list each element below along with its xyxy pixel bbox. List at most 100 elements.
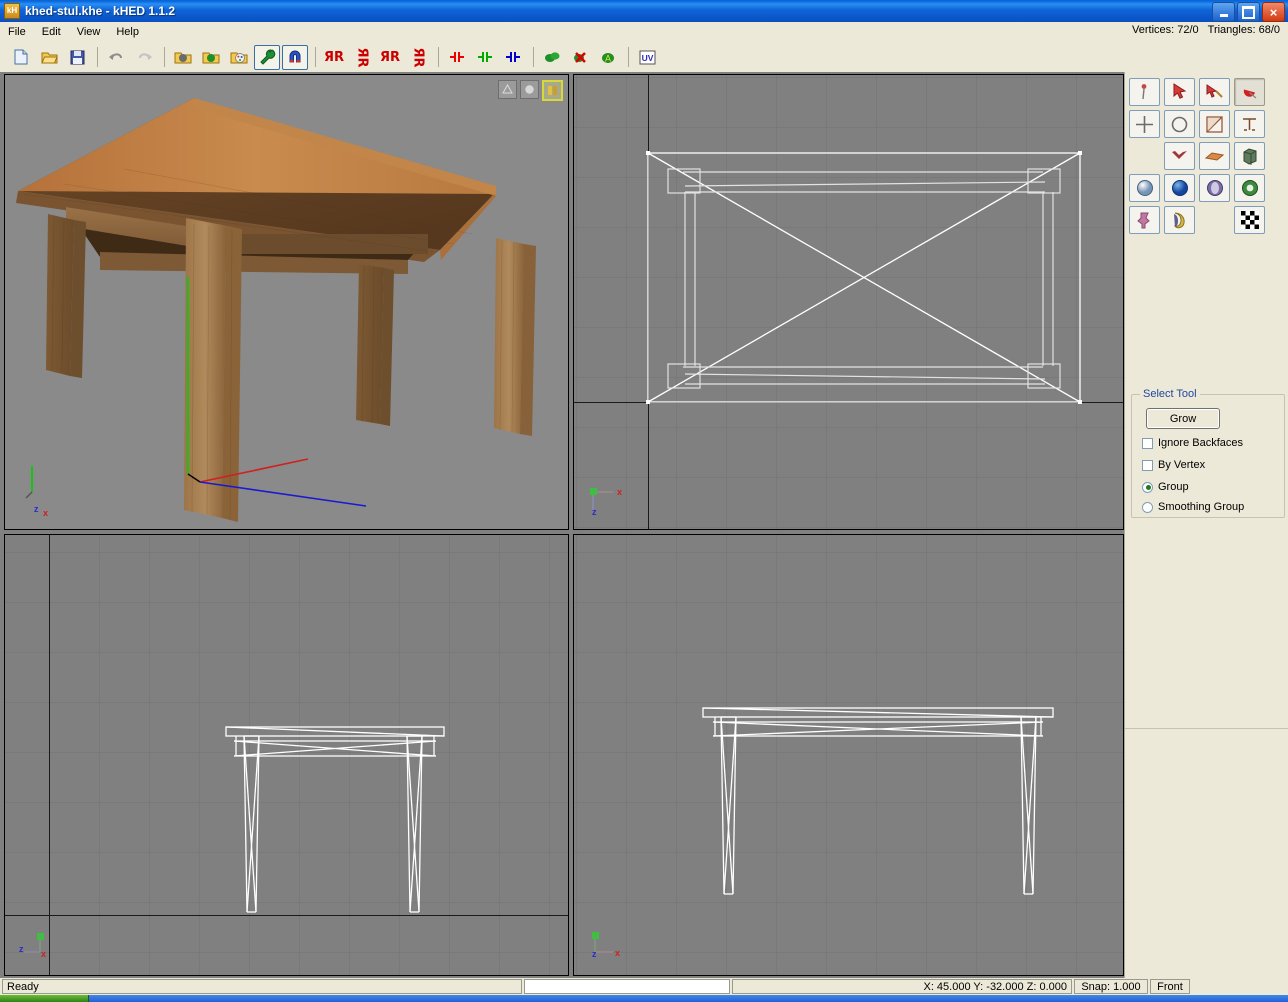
textured-mode-button[interactable] [542,80,563,101]
maximize-button[interactable] [1237,2,1260,22]
wireframe-mode-button[interactable] [498,80,517,99]
create-extrude-button[interactable] [1164,206,1195,234]
vertices-count: Vertices: 72/0 [1132,24,1199,36]
smoothing-group-radio-row[interactable]: Smoothing Group [1142,501,1244,513]
ignore-backfaces-checkbox[interactable] [1142,437,1153,449]
delete-material-button[interactable] [567,45,593,70]
select-region-tool-button[interactable] [1234,78,1265,106]
menu-item-help[interactable]: Help [108,24,147,40]
create-hemisphere-button[interactable] [1199,174,1230,202]
create-sphere-icon [1136,180,1153,196]
weld-left-button[interactable] [444,45,470,70]
grow-button[interactable]: Grow [1146,408,1220,429]
assign-material-button[interactable]: A [595,45,621,70]
status-bar: Ready X: 45.000 Y: -32.000 Z: 0.000 Snap… [0,978,1288,995]
svg-text:z: z [592,507,597,516]
create-lathe-button[interactable] [1129,206,1160,234]
pivot-tool-button[interactable] [1234,110,1265,138]
move-tool-button[interactable] [1129,110,1160,138]
window-title: khed-stul.khe - kHED 1.1.2 [25,4,176,18]
pivot-tool-icon [1243,118,1256,131]
minimize-button[interactable] [1212,2,1235,22]
group-radio[interactable] [1142,481,1153,493]
create-ball-button[interactable] [1164,174,1195,202]
smoothing-group-radio[interactable] [1142,501,1153,513]
import-object-icon [174,52,192,63]
group-radio-row[interactable]: Group [1142,481,1189,493]
magnet-snap-icon [289,50,301,63]
object-mode-icon [1243,148,1256,165]
mirror-y-icon: ЯR [354,46,370,68]
viewport-top[interactable]: x z [573,74,1124,530]
front-view-wireframe [702,707,1054,895]
ignore-backfaces-row[interactable]: Ignore Backfaces [1142,437,1243,449]
uv-editor-button[interactable]: UV [634,45,660,70]
status-input-field[interactable] [524,979,730,994]
window-controls: × [1212,2,1285,22]
new-file-button[interactable] [8,45,34,70]
rotate-tool-button[interactable] [1164,110,1195,138]
viewport-front[interactable]: z x [573,534,1124,976]
select-tool-group: Select Tool Grow Ignore Backfaces By Ver… [1131,388,1285,518]
tool-row-3 [1129,142,1284,170]
app-icon: kH [4,3,20,19]
select-add-tool-button[interactable] [1199,78,1230,106]
tool-slot-empty [1199,206,1230,234]
undo-button[interactable] [103,45,129,70]
vertex-mode-button[interactable] [1164,142,1195,170]
menu-item-file[interactable]: File [0,24,34,40]
weld-center-button[interactable] [472,45,498,70]
select-tool-button[interactable] [1164,78,1195,106]
import-mesh-button[interactable] [198,45,224,70]
shaded-mode-button[interactable] [520,80,539,99]
mirror-y-button[interactable]: ЯR [349,45,375,70]
shaded-mode-icon [525,85,534,94]
open-file-icon [40,52,58,63]
material-button[interactable] [539,45,565,70]
face-mode-button[interactable] [1199,142,1230,170]
save-file-button[interactable] [64,45,90,70]
scale-tool-button[interactable] [1199,110,1230,138]
create-torus-button[interactable] [1234,174,1265,202]
checker-texture-icon [1240,211,1259,229]
magnet-snap-button[interactable] [282,44,308,70]
toolbar-separator-5 [533,47,534,67]
create-sphere-button[interactable] [1129,174,1160,202]
toolbar-separator-6 [628,47,629,67]
flip-y-button[interactable]: ЯR [405,45,431,70]
select-tool-icon [1173,83,1187,99]
mirror-x-button[interactable]: ЯR [321,45,347,70]
left-view-wireframe [225,726,445,913]
undo-icon [108,53,122,60]
redo-button[interactable] [131,45,157,70]
menu-item-edit[interactable]: Edit [34,24,69,40]
svg-text:x: x [615,948,620,958]
redo-icon [138,53,152,60]
top-view-wireframe [646,151,1082,404]
menu-item-view[interactable]: View [69,24,109,40]
pick-point-tool-button[interactable] [1129,78,1160,106]
mesh-stats: Vertices: 72/0 Triangles: 68/0 [1132,24,1280,36]
by-vertex-checkbox[interactable] [1142,459,1153,471]
ignore-backfaces-label: Ignore Backfaces [1158,437,1243,449]
tools-wrench-button[interactable] [254,44,280,70]
weld-right-button[interactable] [500,45,526,70]
viewport-perspective[interactable]: z x [4,74,569,530]
checker-texture-button[interactable] [1234,206,1265,234]
create-extrude-icon [1173,212,1185,228]
by-vertex-row[interactable]: By Vertex [1142,459,1205,471]
perspective-render [4,74,569,530]
viewport-axis-gizmo: z x [34,504,49,518]
flip-x-button[interactable]: ЯR [377,45,403,70]
object-mode-button[interactable] [1234,142,1265,170]
weld-right-icon [506,52,520,62]
new-file-icon [14,49,27,65]
import-object-button[interactable] [170,45,196,70]
start-button[interactable] [0,995,89,1002]
import-texture-button[interactable] [226,45,252,70]
face-mode-icon [1205,151,1224,161]
viewport-left[interactable]: z x [4,534,569,976]
close-button[interactable]: × [1262,2,1285,22]
svg-text:z: z [592,949,597,959]
open-file-button[interactable] [36,45,62,70]
